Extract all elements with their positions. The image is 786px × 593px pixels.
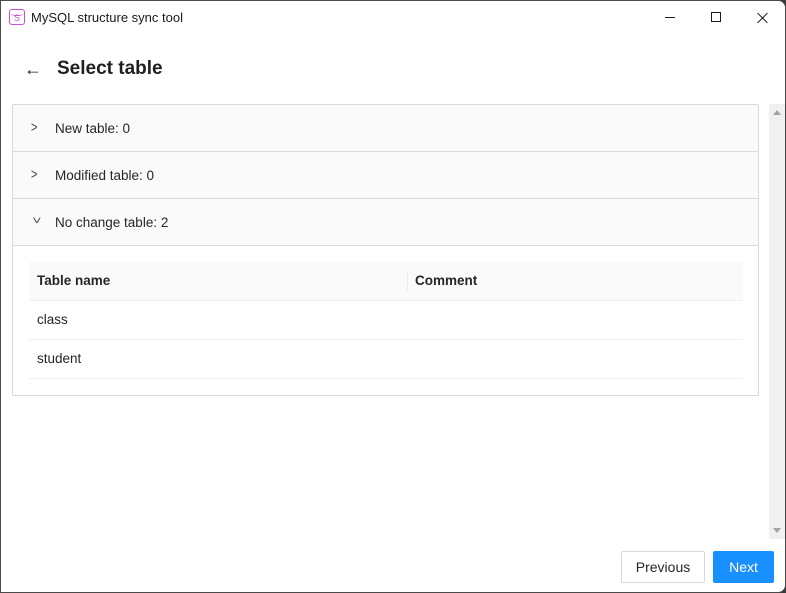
window-controls bbox=[647, 1, 785, 33]
panel-no-change-table: > No change table: 2 Table name Comment bbox=[13, 199, 758, 395]
table-header-row: Table name Comment bbox=[29, 262, 743, 301]
close-icon bbox=[757, 12, 768, 23]
back-button[interactable]: ← bbox=[23, 59, 43, 79]
next-button[interactable]: Next bbox=[713, 551, 774, 583]
chevron-down-icon: > bbox=[28, 217, 44, 224]
table-row[interactable]: class bbox=[29, 300, 743, 340]
content-area: > New table: 0 > Modified table: 0 > No … bbox=[12, 104, 759, 534]
window-title: MySQL structure sync tool bbox=[31, 9, 183, 25]
footer-actions: Previous Next bbox=[621, 551, 774, 583]
app-icon-glyph: S bbox=[13, 13, 20, 23]
panel-new-table: > New table: 0 bbox=[13, 105, 758, 152]
close-button[interactable] bbox=[739, 1, 785, 33]
chevron-right-icon: > bbox=[31, 167, 38, 183]
app-window: S MySQL structure sync tool ← Select tab… bbox=[0, 0, 786, 593]
panel-body-no-change-table: Table name Comment class student bbox=[13, 245, 758, 395]
panel-header-new-table[interactable]: > New table: 0 bbox=[13, 105, 758, 151]
maximize-icon bbox=[711, 12, 721, 22]
page-header: ← Select table bbox=[1, 51, 163, 87]
title-bar: S MySQL structure sync tool bbox=[1, 1, 785, 33]
tables-list: Table name Comment class student bbox=[29, 262, 743, 379]
previous-button[interactable]: Previous bbox=[621, 551, 705, 583]
chevron-right-icon: > bbox=[31, 120, 38, 136]
panel-label: New table: 0 bbox=[55, 120, 131, 136]
vertical-scrollbar[interactable] bbox=[769, 104, 785, 539]
panel-modified-table: > Modified table: 0 bbox=[13, 152, 758, 199]
scroll-up-arrow-icon[interactable] bbox=[773, 110, 781, 115]
panel-label: Modified table: 0 bbox=[55, 167, 155, 183]
panel-label: No change table: 2 bbox=[55, 214, 169, 230]
panel-header-no-change-table[interactable]: > No change table: 2 bbox=[13, 199, 758, 245]
database-app-icon: S bbox=[9, 9, 25, 25]
maximize-button[interactable] bbox=[693, 1, 739, 33]
cell-comment bbox=[407, 339, 743, 379]
minimize-button[interactable] bbox=[647, 1, 693, 33]
column-header-comment: Comment bbox=[407, 262, 743, 301]
scroll-down-arrow-icon[interactable] bbox=[773, 528, 781, 533]
cell-table-name: student bbox=[29, 339, 407, 379]
cell-table-name: class bbox=[29, 300, 407, 340]
panel-header-modified-table[interactable]: > Modified table: 0 bbox=[13, 152, 758, 198]
table-row[interactable]: student bbox=[29, 339, 743, 379]
page-title: Select table bbox=[57, 58, 163, 79]
column-header-table-name: Table name bbox=[29, 262, 407, 301]
table-category-collapse: > New table: 0 > Modified table: 0 > No … bbox=[12, 104, 759, 396]
minimize-icon bbox=[665, 16, 675, 18]
arrow-left-icon: ← bbox=[24, 58, 42, 79]
cell-comment bbox=[407, 300, 743, 340]
